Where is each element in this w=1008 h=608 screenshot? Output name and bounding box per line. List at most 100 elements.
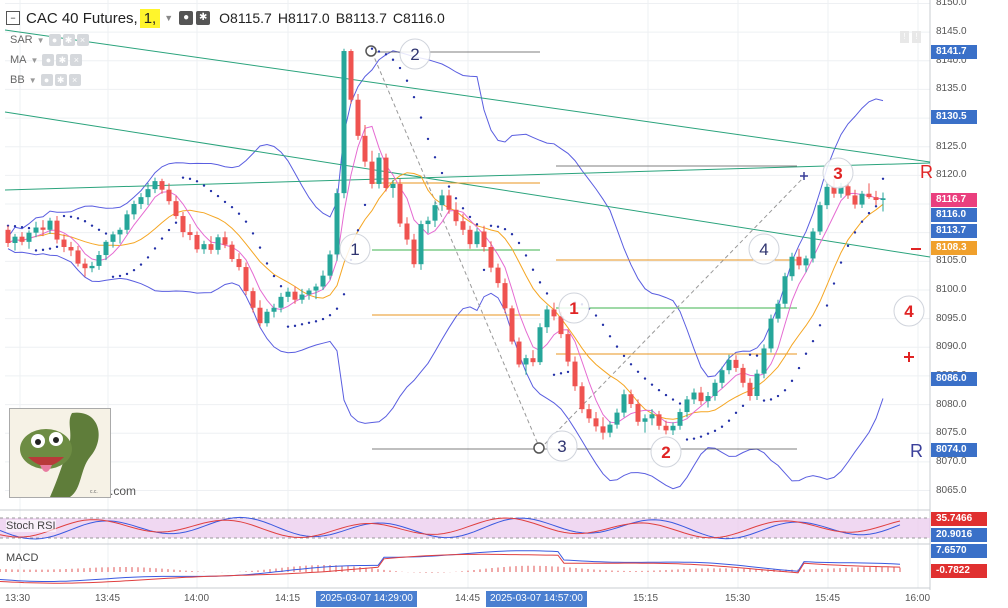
candle xyxy=(726,359,732,371)
chart-canvas[interactable]: 1 2 3 4 1 2 3 4 R R xyxy=(0,0,1008,608)
sar-dot xyxy=(461,207,465,210)
anchor-point xyxy=(365,45,377,57)
candle xyxy=(593,418,599,427)
sar-dot xyxy=(216,194,220,198)
chevron-down-icon[interactable]: ▼ xyxy=(164,13,173,23)
sar-dot xyxy=(846,244,850,248)
symbol-name[interactable]: CAC 40 Futures, xyxy=(26,10,138,27)
ma-fast xyxy=(7,125,884,424)
gear-icon[interactable]: ✱ xyxy=(56,54,69,66)
candle xyxy=(747,382,753,396)
sar-dot xyxy=(41,248,45,252)
price-tag: 35.7466 xyxy=(931,512,987,526)
time-tick-label: 13:45 xyxy=(95,593,121,604)
candle xyxy=(432,205,438,221)
bollinger-bands xyxy=(7,50,884,490)
time-tick-label: 14:45 xyxy=(455,593,481,604)
sar-dot xyxy=(153,247,157,250)
candle xyxy=(810,231,816,259)
candle xyxy=(523,358,529,365)
eye-icon[interactable]: ● xyxy=(42,54,55,66)
candle xyxy=(824,186,830,206)
sar-dot xyxy=(615,345,619,348)
candle xyxy=(859,193,865,205)
stoch-rsi-label[interactable]: Stoch RSI xyxy=(6,520,56,532)
sar-dot xyxy=(27,226,31,230)
sar-dot xyxy=(447,185,451,188)
collapse-icon[interactable]: − xyxy=(6,11,20,25)
indicator-ma[interactable]: MA ▼ ● ✱ × xyxy=(10,54,84,66)
high-value: H8117.0 xyxy=(277,10,330,26)
candle xyxy=(551,309,557,317)
candle xyxy=(320,275,326,287)
sar-dot xyxy=(132,268,136,272)
sar-dot xyxy=(384,53,388,56)
candle xyxy=(250,291,256,308)
sar-dot xyxy=(727,419,731,422)
support-label: R xyxy=(910,441,923,461)
candle xyxy=(355,99,361,136)
anchor-point xyxy=(533,442,545,454)
indicator-bb[interactable]: BB ▼ ● ✱ × xyxy=(10,74,83,86)
eye-icon[interactable]: ● xyxy=(179,11,194,25)
eye-icon[interactable]: ● xyxy=(40,74,53,86)
sar-dot xyxy=(146,256,150,259)
candle xyxy=(390,183,396,188)
crosshair-time-label: 2025-03-07 14:29:00 xyxy=(316,591,417,607)
candle xyxy=(152,181,158,190)
sar-dot xyxy=(790,379,794,383)
close-icon[interactable]: × xyxy=(68,74,81,86)
time-tick-label: 15:30 xyxy=(725,593,751,604)
candle xyxy=(180,216,186,233)
sar-dot xyxy=(314,320,318,323)
sar-dot xyxy=(713,429,717,433)
close-value: C8116.0 xyxy=(392,10,445,26)
price-tick-label: 8080.0 xyxy=(936,398,967,410)
ma-slow xyxy=(7,172,884,420)
sar-dot xyxy=(209,189,213,193)
candle xyxy=(796,256,802,266)
sar-dot xyxy=(867,211,871,215)
lock-icon[interactable]: ! xyxy=(912,31,921,43)
sar-dot xyxy=(286,325,290,328)
close-icon[interactable]: × xyxy=(70,54,83,66)
candle xyxy=(19,236,25,242)
candle xyxy=(334,193,340,255)
sar-dot xyxy=(223,200,227,204)
sar-dot xyxy=(734,411,738,415)
sar-dot xyxy=(769,398,773,401)
candle xyxy=(47,220,53,230)
sar-dot xyxy=(62,214,66,218)
price-tag: 8086.0 xyxy=(931,372,977,386)
eye-icon[interactable]: ● xyxy=(48,34,61,46)
chevron-down-icon[interactable]: ▼ xyxy=(29,76,37,85)
price-tag: 8116.0 xyxy=(931,208,977,222)
candle xyxy=(817,205,823,232)
sar-dot xyxy=(188,177,192,181)
close-icon[interactable]: × xyxy=(76,34,89,46)
gear-icon[interactable]: ✱ xyxy=(62,34,75,46)
sar-dot xyxy=(594,314,598,317)
interval-label[interactable]: 1, xyxy=(139,8,161,28)
candle xyxy=(621,394,627,413)
candle xyxy=(775,303,781,319)
candle xyxy=(712,382,718,396)
price-tag: 8108.3 xyxy=(931,241,977,255)
price-tick-label: 8075.0 xyxy=(936,427,967,439)
chevron-down-icon[interactable]: ▼ xyxy=(37,36,45,45)
time-tick-label: 14:00 xyxy=(184,593,210,604)
chevron-down-icon[interactable]: ▼ xyxy=(31,56,39,65)
pin-icon[interactable]: ! xyxy=(900,31,909,43)
gear-icon[interactable]: ✱ xyxy=(196,11,211,25)
candle xyxy=(264,311,270,324)
candle xyxy=(789,256,795,277)
sar-dot xyxy=(230,205,234,209)
sar-dot xyxy=(475,223,479,226)
gear-icon[interactable]: ✱ xyxy=(54,74,67,86)
svg-text:c.c.: c.c. xyxy=(90,489,98,495)
candle xyxy=(159,181,165,190)
macd-label[interactable]: MACD xyxy=(6,552,39,564)
indicator-sar[interactable]: SAR ▼ ● ✱ × xyxy=(10,34,91,46)
candle xyxy=(761,348,767,374)
sar-dot xyxy=(293,324,297,328)
